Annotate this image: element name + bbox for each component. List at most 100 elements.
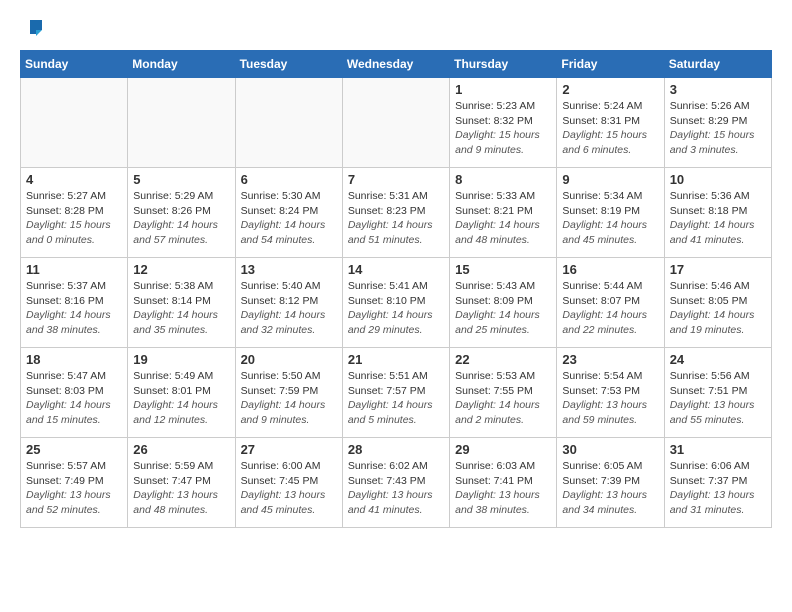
day-info: Sunrise: 6:06 AMSunset: 7:37 PMDaylight:… [670,459,766,518]
week-row-4: 18 Sunrise: 5:47 AMSunset: 8:03 PMDayligh… [21,348,772,438]
day-info: Sunrise: 5:23 AMSunset: 8:32 PMDaylight:… [455,99,551,158]
day-number: 21 [348,352,444,367]
calendar-cell: 4 Sunrise: 5:27 AMSunset: 8:28 PMDaylight… [21,168,128,258]
day-number: 30 [562,442,658,457]
day-number: 11 [26,262,122,277]
day-info: Sunrise: 5:56 AMSunset: 7:51 PMDaylight:… [670,369,766,428]
calendar-cell [235,78,342,168]
day-info: Sunrise: 5:53 AMSunset: 7:55 PMDaylight:… [455,369,551,428]
day-info: Sunrise: 5:43 AMSunset: 8:09 PMDaylight:… [455,279,551,338]
day-info: Sunrise: 5:46 AMSunset: 8:05 PMDaylight:… [670,279,766,338]
day-number: 6 [241,172,337,187]
day-number: 2 [562,82,658,97]
day-info: Sunrise: 6:02 AMSunset: 7:43 PMDaylight:… [348,459,444,518]
calendar-cell: 21 Sunrise: 5:51 AMSunset: 7:57 PMDayligh… [342,348,449,438]
day-number: 27 [241,442,337,457]
calendar-cell: 2 Sunrise: 5:24 AMSunset: 8:31 PMDaylight… [557,78,664,168]
day-info: Sunrise: 5:50 AMSunset: 7:59 PMDaylight:… [241,369,337,428]
calendar-cell: 3 Sunrise: 5:26 AMSunset: 8:29 PMDaylight… [664,78,771,168]
day-info: Sunrise: 5:38 AMSunset: 8:14 PMDaylight:… [133,279,229,338]
day-info: Sunrise: 5:51 AMSunset: 7:57 PMDaylight:… [348,369,444,428]
day-info: Sunrise: 5:26 AMSunset: 8:29 PMDaylight:… [670,99,766,158]
day-number: 31 [670,442,766,457]
day-number: 19 [133,352,229,367]
day-number: 24 [670,352,766,367]
day-info: Sunrise: 5:59 AMSunset: 7:47 PMDaylight:… [133,459,229,518]
calendar-cell: 7Sunrise: 5:31 AMSunset: 8:23 PMDaylight… [342,168,449,258]
calendar-cell: 12 Sunrise: 5:38 AMSunset: 8:14 PMDayligh… [128,258,235,348]
calendar-cell: 16Sunrise: 5:44 AMSunset: 8:07 PMDayligh… [557,258,664,348]
day-info: Sunrise: 5:49 AMSunset: 8:01 PMDaylight:… [133,369,229,428]
calendar-header-row: SundayMondayTuesdayWednesdayThursdayFrid… [21,51,772,78]
calendar-cell: 9 Sunrise: 5:34 AMSunset: 8:19 PMDaylight… [557,168,664,258]
day-number: 26 [133,442,229,457]
logo-icon [22,16,44,38]
day-header-friday: Friday [557,51,664,78]
day-info: Sunrise: 5:47 AMSunset: 8:03 PMDaylight:… [26,369,122,428]
calendar-cell: 24 Sunrise: 5:56 AMSunset: 7:51 PMDayligh… [664,348,771,438]
day-number: 5 [133,172,229,187]
calendar-cell: 26 Sunrise: 5:59 AMSunset: 7:47 PMDayligh… [128,438,235,528]
day-info: Sunrise: 5:27 AMSunset: 8:28 PMDaylight:… [26,189,122,248]
day-number: 28 [348,442,444,457]
calendar-cell: 6 Sunrise: 5:30 AMSunset: 8:24 PMDaylight… [235,168,342,258]
day-number: 1 [455,82,551,97]
day-number: 18 [26,352,122,367]
calendar-cell: 19 Sunrise: 5:49 AMSunset: 8:01 PMDayligh… [128,348,235,438]
day-header-monday: Monday [128,51,235,78]
day-info: Sunrise: 5:34 AMSunset: 8:19 PMDaylight:… [562,189,658,248]
day-number: 25 [26,442,122,457]
calendar-cell [21,78,128,168]
week-row-2: 4 Sunrise: 5:27 AMSunset: 8:28 PMDaylight… [21,168,772,258]
day-number: 8 [455,172,551,187]
calendar-cell: 18 Sunrise: 5:47 AMSunset: 8:03 PMDayligh… [21,348,128,438]
day-number: 4 [26,172,122,187]
calendar-cell: 15 Sunrise: 5:43 AMSunset: 8:09 PMDayligh… [450,258,557,348]
calendar-cell: 8Sunrise: 5:33 AMSunset: 8:21 PMDaylight… [450,168,557,258]
day-info: Sunrise: 5:41 AMSunset: 8:10 PMDaylight:… [348,279,444,338]
week-row-1: 1 Sunrise: 5:23 AMSunset: 8:32 PMDaylight… [21,78,772,168]
calendar-cell: 23Sunrise: 5:54 AMSunset: 7:53 PMDayligh… [557,348,664,438]
day-number: 10 [670,172,766,187]
week-row-5: 25 Sunrise: 5:57 AMSunset: 7:49 PMDayligh… [21,438,772,528]
header [20,16,772,38]
day-number: 3 [670,82,766,97]
calendar-cell: 10 Sunrise: 5:36 AMSunset: 8:18 PMDayligh… [664,168,771,258]
day-info: Sunrise: 5:57 AMSunset: 7:49 PMDaylight:… [26,459,122,518]
day-number: 29 [455,442,551,457]
day-number: 12 [133,262,229,277]
calendar-cell [128,78,235,168]
day-number: 20 [241,352,337,367]
day-number: 9 [562,172,658,187]
logo [20,16,44,38]
calendar-cell: 30 Sunrise: 6:05 AMSunset: 7:39 PMDayligh… [557,438,664,528]
week-row-3: 11 Sunrise: 5:37 AMSunset: 8:16 PMDayligh… [21,258,772,348]
day-info: Sunrise: 5:30 AMSunset: 8:24 PMDaylight:… [241,189,337,248]
day-header-tuesday: Tuesday [235,51,342,78]
day-number: 16 [562,262,658,277]
day-info: Sunrise: 5:40 AMSunset: 8:12 PMDaylight:… [241,279,337,338]
day-number: 22 [455,352,551,367]
calendar-cell: 14Sunrise: 5:41 AMSunset: 8:10 PMDayligh… [342,258,449,348]
day-number: 15 [455,262,551,277]
calendar-cell: 17 Sunrise: 5:46 AMSunset: 8:05 PMDayligh… [664,258,771,348]
day-header-thursday: Thursday [450,51,557,78]
day-number: 13 [241,262,337,277]
day-info: Sunrise: 5:37 AMSunset: 8:16 PMDaylight:… [26,279,122,338]
day-header-sunday: Sunday [21,51,128,78]
day-number: 23 [562,352,658,367]
calendar-cell: 13 Sunrise: 5:40 AMSunset: 8:12 PMDayligh… [235,258,342,348]
day-info: Sunrise: 5:31 AMSunset: 8:23 PMDaylight:… [348,189,444,248]
calendar-cell: 29 Sunrise: 6:03 AMSunset: 7:41 PMDayligh… [450,438,557,528]
day-info: Sunrise: 6:03 AMSunset: 7:41 PMDaylight:… [455,459,551,518]
day-info: Sunrise: 5:24 AMSunset: 8:31 PMDaylight:… [562,99,658,158]
calendar-cell: 28 Sunrise: 6:02 AMSunset: 7:43 PMDayligh… [342,438,449,528]
day-info: Sunrise: 6:00 AMSunset: 7:45 PMDaylight:… [241,459,337,518]
day-info: Sunrise: 6:05 AMSunset: 7:39 PMDaylight:… [562,459,658,518]
calendar-cell: 31 Sunrise: 6:06 AMSunset: 7:37 PMDayligh… [664,438,771,528]
day-number: 17 [670,262,766,277]
day-info: Sunrise: 5:36 AMSunset: 8:18 PMDaylight:… [670,189,766,248]
calendar-cell: 5Sunrise: 5:29 AMSunset: 8:26 PMDaylight… [128,168,235,258]
calendar-cell: 22 Sunrise: 5:53 AMSunset: 7:55 PMDayligh… [450,348,557,438]
calendar-cell: 1 Sunrise: 5:23 AMSunset: 8:32 PMDaylight… [450,78,557,168]
